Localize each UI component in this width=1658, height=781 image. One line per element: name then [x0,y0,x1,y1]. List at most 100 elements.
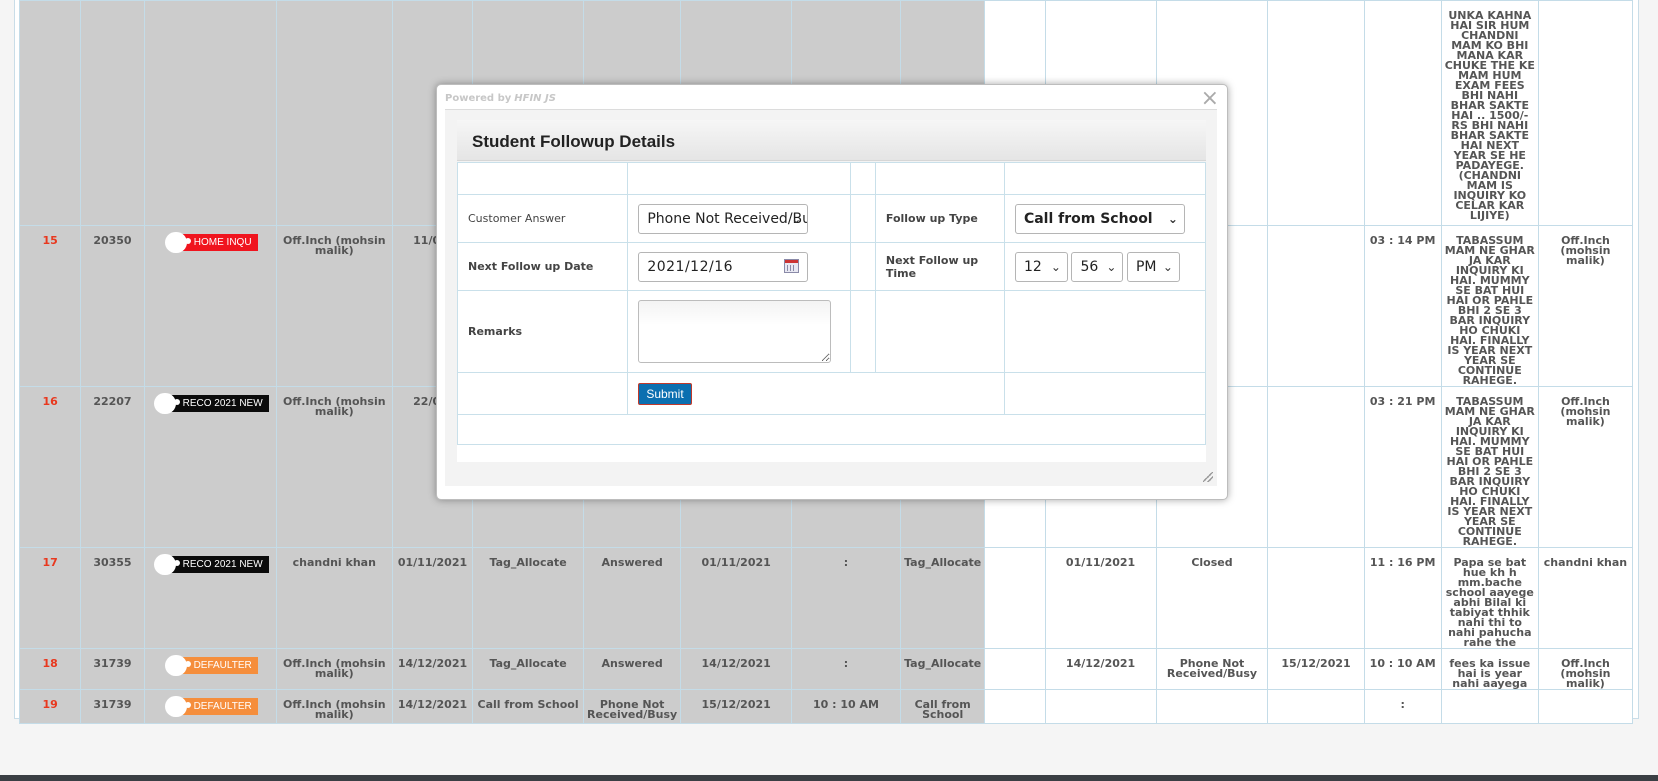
remarks-label: Remarks [456,290,629,373]
customer-answer-value: Phone Not Received/Busy [647,210,807,227]
followup-modal: Powered by HFIN JS × Student Followup Det… [436,84,1228,500]
cell-d2 [1044,689,1157,724]
cell-t2: : [1363,689,1442,724]
modal-body: Student Followup Details Customer Answer… [445,109,1217,486]
submit-button[interactable]: Submit [638,382,692,405]
ampm-value: PM [1135,258,1157,275]
cell-remark: TABASSUM MAM NE GHAR JA KAR INQUIRY KI H… [1440,225,1539,387]
cell-status [1155,689,1269,724]
customer-answer-select[interactable]: Phone Not Received/Busy⌄ [638,203,809,234]
cell-t2: 10 : 10 AM [1363,648,1442,690]
cell-d3 [1267,547,1365,649]
chevron-down-icon: ⌄ [791,211,802,226]
cell-owner: Off.Inch (mohsin malik) [1537,225,1634,387]
powered-by: Powered by HFIN JS [445,93,556,104]
hour-select[interactable]: 12 ⌄ [1014,251,1068,282]
cell-d3 [1267,225,1365,387]
cell-by: Off.Inch (mohsin malik) [275,386,393,548]
cell-d3 [1267,0,1365,226]
remarks-textarea[interactable] [638,300,832,363]
table-row: 17 30355 RECO 2021 NEW chandni khan 01/11/20… [18,547,1634,649]
cell-d2: 14/12/2021 [1044,648,1157,690]
cell-type: Call from School [472,689,585,724]
followup-type-label: Follow up Type [874,194,1005,243]
cell-t2: 11 : 16 PM [1363,547,1442,649]
ampm-select[interactable]: PM ⌄ [1126,251,1180,282]
tag-label: RECO 2021 NEW [182,559,263,570]
tag-badge: RECO 2021 NEW [153,554,269,575]
minute-select[interactable]: 56 ⌄ [1071,251,1124,282]
followup-type-value: Call from School [1023,210,1153,227]
followup-type-select[interactable]: Call from School ⌄ [1014,203,1185,234]
chevron-down-icon: ⌄ [1106,259,1117,274]
footer-bar [0,775,1658,781]
cell-remark [1440,689,1539,724]
cell-tag: DEFAULTER [143,648,277,690]
cell-next-date: 01/11/2021 [680,547,793,649]
chevron-down-icon: ⌄ [1167,211,1178,226]
cell-type: Tag_Allocate [472,648,585,690]
cell-owner [1537,689,1634,724]
next-time-label: Next Follow up Time [874,242,1005,291]
cell-id: 30355 [80,547,145,649]
cell-owner [1537,0,1634,226]
cell-type2: Tag_Allocate [899,547,986,649]
cell-by [275,0,393,226]
cell-id: 31739 [80,689,145,724]
cell-time: 10 : 10 AM [791,689,901,724]
cell-date: 14/12/2021 [391,648,474,690]
tag-dot-icon [173,560,180,566]
cell-status: Closed [1155,547,1269,649]
next-date-label: Next Follow up Date [456,242,629,291]
cell-answer: Answered [583,648,682,690]
close-icon[interactable]: × [1201,87,1219,111]
cell-remark: fees ka issue hai is year nahi aayega [1440,648,1539,690]
tag-dot-icon [184,661,191,667]
resize-handle[interactable] [1203,472,1213,482]
cell-by: Off.Inch (mohsin malik) [275,648,393,690]
cell-type2: Call from School [899,689,986,724]
cell-t2 [1363,0,1442,226]
chevron-down-icon: ⌄ [1050,259,1061,274]
tag-badge: DEFAULTER [164,696,258,717]
customer-answer-label: Customer Answer [456,194,629,243]
tag-badge: RECO 2021 NEW [153,393,269,414]
next-date-input[interactable]: 2021/12/16 [638,251,809,282]
cell-sr: 16 [18,386,82,548]
cell-date: 01/11/2021 [391,547,474,649]
tag-label: DEFAULTER [193,660,252,671]
cell-by: chandni khan [275,547,393,649]
cell-type2: Tag_Allocate [899,648,986,690]
cell-by: Off.Inch (mohsin malik) [275,689,393,724]
cell-blank [984,689,1046,724]
cell-tag: RECO 2021 NEW [143,547,277,649]
tag-badge: HOME INQU [164,232,258,253]
cell-remark: TABASSUM MAM NE GHAR JA KAR INQUIRY KI H… [1440,386,1539,548]
cell-owner: chandni khan [1537,547,1634,649]
tag-badge: DEFAULTER [164,655,258,676]
cell-t2: 03 : 14 PM [1363,225,1442,387]
tag-dot-icon [173,399,180,405]
cell-by: Off.Inch (mohsin malik) [275,225,393,387]
cell-type: Tag_Allocate [472,547,585,649]
modal-header: Student Followup Details [457,120,1206,161]
tag-label: HOME INQU [193,237,252,248]
cell-id: 20350 [80,225,145,387]
calendar-icon[interactable] [784,258,800,273]
cell-tag: DEFAULTER [143,689,277,724]
followup-form: Customer Answer Phone Not Received/Busy⌄… [456,162,1207,462]
cell-remark: UNKA KAHNA HAI SIR HUM CHANDNI MAM KO BH… [1440,0,1539,226]
hour-value: 12 [1023,258,1042,275]
cell-time: : [791,648,901,690]
cell-tag: RECO 2021 NEW [143,386,277,548]
next-date-value: 2021/12/16 [647,258,734,275]
cell-d2: 01/11/2021 [1044,547,1157,649]
cell-t2: 03 : 21 PM [1363,386,1442,548]
cell-owner: Off.Inch (mohsin malik) [1537,386,1634,548]
cell-blank [984,648,1046,690]
cell-time: : [791,547,901,649]
powered-name: HFIN JS [514,93,556,104]
cell-d3 [1267,689,1365,724]
cell-answer: Answered [583,547,682,649]
cell-id: 22207 [80,386,145,548]
